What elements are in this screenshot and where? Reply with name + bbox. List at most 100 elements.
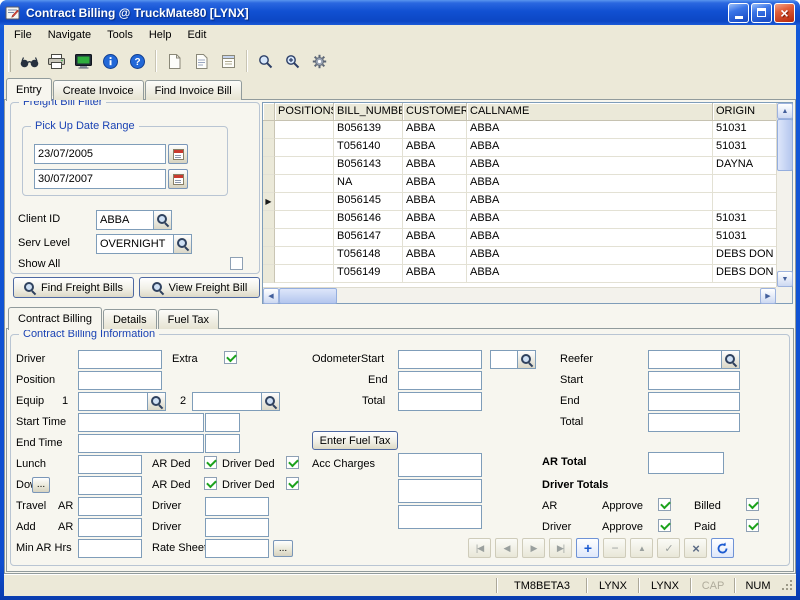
start-time-input[interactable] bbox=[78, 413, 204, 432]
table-row[interactable]: B056139 ABBA ABBA 51031 bbox=[263, 121, 776, 139]
cell-origin[interactable]: 51031 bbox=[713, 121, 776, 139]
grid-header-callname[interactable]: CALLNAME bbox=[467, 103, 713, 121]
serv-level-search-button[interactable] bbox=[174, 234, 192, 254]
cell-customer[interactable]: ABBA bbox=[403, 193, 467, 211]
cell-bill-number[interactable]: B056146 bbox=[334, 211, 403, 229]
lunch-ar-ded-checkbox[interactable] bbox=[204, 456, 217, 469]
min-ar-hrs-input[interactable] bbox=[78, 539, 142, 558]
client-id-search-button[interactable] bbox=[154, 210, 172, 230]
cell-customer[interactable]: ABBA bbox=[403, 121, 467, 139]
menu-tools[interactable]: Tools bbox=[99, 26, 141, 44]
cell-bill-number[interactable]: B056139 bbox=[334, 121, 403, 139]
nav-prior-button[interactable]: ◀ bbox=[495, 538, 518, 558]
scroll-up-button[interactable]: ▲ bbox=[777, 103, 793, 119]
tab-contract-billing[interactable]: Contract Billing bbox=[8, 307, 102, 330]
title-bar[interactable]: Contract Billing @ TruckMate80 [LYNX] × bbox=[0, 0, 800, 25]
row-marker-cell[interactable] bbox=[263, 157, 275, 175]
horizontal-scroll-thumb[interactable] bbox=[279, 288, 337, 304]
cell-positions[interactable] bbox=[275, 193, 334, 211]
toolbar-button-zoom[interactable] bbox=[252, 48, 279, 74]
odometer-start-input[interactable] bbox=[398, 350, 482, 369]
add-driver-input[interactable] bbox=[205, 518, 269, 537]
travel-driver-input[interactable] bbox=[205, 497, 269, 516]
enter-fuel-tax-button[interactable]: Enter Fuel Tax bbox=[312, 431, 398, 450]
equip2-input[interactable] bbox=[192, 392, 262, 411]
down-ar-ded-checkbox[interactable] bbox=[204, 477, 217, 490]
menu-help[interactable]: Help bbox=[141, 26, 180, 44]
cell-customer[interactable]: ABBA bbox=[403, 157, 467, 175]
cell-bill-number[interactable]: B056145 bbox=[334, 193, 403, 211]
cell-callname[interactable]: ABBA bbox=[467, 121, 713, 139]
cell-origin[interactable]: DEBS DON bbox=[713, 247, 776, 265]
cell-customer[interactable]: ABBA bbox=[403, 265, 467, 283]
show-all-checkbox[interactable] bbox=[230, 257, 243, 270]
nav-insert-button[interactable]: + bbox=[576, 538, 599, 558]
cell-customer[interactable]: ABBA bbox=[403, 247, 467, 265]
nav-delete-button[interactable]: − bbox=[603, 538, 626, 558]
odometer-search-button[interactable] bbox=[518, 350, 536, 369]
row-marker-cell[interactable] bbox=[263, 265, 275, 283]
billed-checkbox[interactable] bbox=[746, 498, 759, 511]
cell-origin[interactable]: 51031 bbox=[713, 229, 776, 247]
cell-positions[interactable] bbox=[275, 247, 334, 265]
ar-approve-checkbox[interactable] bbox=[658, 498, 671, 511]
add-ar-input[interactable] bbox=[78, 518, 142, 537]
row-marker-cell[interactable] bbox=[263, 139, 275, 157]
reefer-start-input[interactable] bbox=[648, 371, 740, 390]
grid-horizontal-scrollbar[interactable]: ◀ ▶ bbox=[263, 287, 776, 303]
odometer-end-input[interactable] bbox=[398, 371, 482, 390]
toolbar-button-document[interactable] bbox=[161, 48, 188, 74]
down-input[interactable] bbox=[78, 476, 142, 495]
row-marker-cell[interactable] bbox=[263, 211, 275, 229]
cell-callname[interactable]: ABBA bbox=[467, 175, 713, 193]
equip1-input[interactable] bbox=[78, 392, 148, 411]
lunch-driver-ded-checkbox[interactable] bbox=[286, 456, 299, 469]
down-driver-ded-checkbox[interactable] bbox=[286, 477, 299, 490]
toolbar-button-copy[interactable] bbox=[188, 48, 215, 74]
cell-customer[interactable]: ABBA bbox=[403, 229, 467, 247]
cell-bill-number[interactable]: T056149 bbox=[334, 265, 403, 283]
travel-ar-input[interactable] bbox=[78, 497, 142, 516]
tab-fuel-tax[interactable]: Fuel Tax bbox=[158, 309, 219, 329]
table-row[interactable]: NA ABBA ABBA bbox=[263, 175, 776, 193]
row-marker-cell[interactable] bbox=[263, 229, 275, 247]
grid-header-positions[interactable]: POSITIONS bbox=[275, 103, 334, 121]
cell-callname[interactable]: ABBA bbox=[467, 229, 713, 247]
acc-charges-input-1[interactable] bbox=[398, 453, 482, 477]
cell-bill-number[interactable]: T056140 bbox=[334, 139, 403, 157]
serv-level-input[interactable] bbox=[96, 234, 174, 254]
equip1-search-button[interactable] bbox=[148, 392, 166, 411]
driver-input[interactable] bbox=[78, 350, 162, 369]
end-time-extra-input[interactable] bbox=[205, 434, 240, 453]
table-row[interactable]: B056146 ABBA ABBA 51031 bbox=[263, 211, 776, 229]
cell-callname[interactable]: ABBA bbox=[467, 211, 713, 229]
cell-customer[interactable]: ABBA bbox=[403, 211, 467, 229]
cell-positions[interactable] bbox=[275, 229, 334, 247]
toolbar-button-gear[interactable] bbox=[306, 48, 333, 74]
scroll-right-button[interactable]: ▶ bbox=[760, 288, 776, 304]
scroll-down-button[interactable]: ▼ bbox=[777, 271, 793, 287]
row-marker-cell[interactable] bbox=[263, 193, 275, 211]
tab-find-invoice-bill[interactable]: Find Invoice Bill bbox=[145, 80, 242, 100]
paid-checkbox[interactable] bbox=[746, 519, 759, 532]
toolbar-grip[interactable] bbox=[8, 50, 11, 72]
menu-edit[interactable]: Edit bbox=[179, 26, 214, 44]
client-id-input[interactable] bbox=[96, 210, 154, 230]
cell-origin[interactable]: 51031 bbox=[713, 211, 776, 229]
cell-positions[interactable] bbox=[275, 211, 334, 229]
menu-navigate[interactable]: Navigate bbox=[40, 26, 99, 44]
acc-charges-input-2[interactable] bbox=[398, 479, 482, 503]
toolbar-button-binoculars[interactable] bbox=[16, 48, 43, 74]
scroll-left-button[interactable]: ◀ bbox=[263, 288, 279, 304]
nav-refresh-button[interactable] bbox=[711, 538, 734, 558]
date-from-input[interactable] bbox=[34, 144, 166, 164]
cell-customer[interactable]: ABBA bbox=[403, 139, 467, 157]
cell-origin[interactable] bbox=[713, 193, 776, 211]
table-row[interactable]: B056143 ABBA ABBA DAYNA bbox=[263, 157, 776, 175]
vertical-scroll-thumb[interactable] bbox=[777, 119, 793, 171]
nav-first-button[interactable]: |◀ bbox=[468, 538, 491, 558]
cell-customer[interactable]: ABBA bbox=[403, 175, 467, 193]
equip2-search-button[interactable] bbox=[262, 392, 280, 411]
row-marker-cell[interactable] bbox=[263, 247, 275, 265]
cell-callname[interactable]: ABBA bbox=[467, 193, 713, 211]
